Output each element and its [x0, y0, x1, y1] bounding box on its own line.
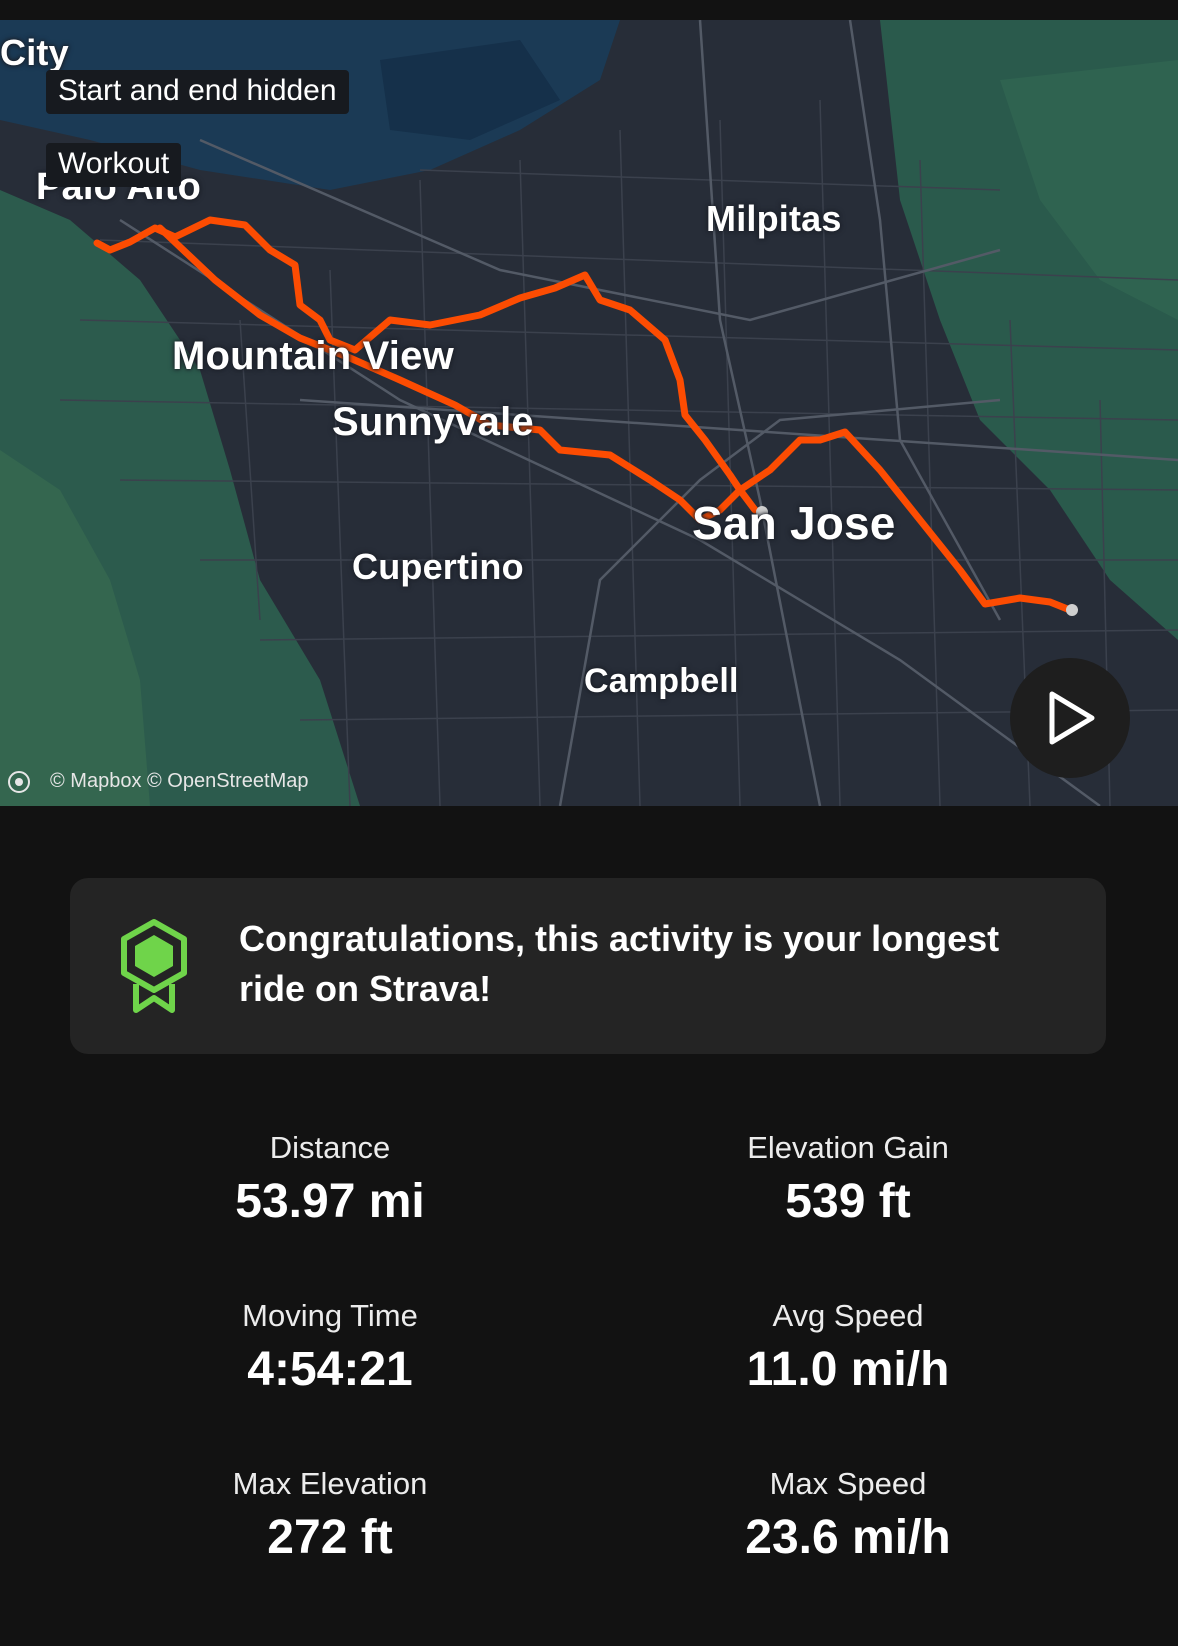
- stat-max-elevation: Max Elevation 272 ft: [130, 1464, 530, 1568]
- stat-distance: Distance 53.97 mi: [130, 1128, 530, 1232]
- stat-value: 53.97 mi: [235, 1175, 425, 1228]
- stat-value: 11.0 mi/h: [746, 1343, 950, 1396]
- play-flyover-button[interactable]: [1010, 658, 1130, 778]
- city-label-mountain-view: Mountain View: [172, 334, 454, 378]
- stat-label: Elevation Gain: [747, 1130, 949, 1165]
- city-label-city: City: [0, 32, 69, 73]
- ribbon-medal-icon: [121, 919, 187, 1013]
- activity-type-badge: Workout: [46, 143, 182, 187]
- status-bar: [0, 0, 1178, 20]
- city-label-sunnyvale: Sunnyvale: [332, 400, 534, 444]
- city-label-san-jose: San Jose: [692, 497, 896, 549]
- stat-label: Avg Speed: [772, 1298, 924, 1333]
- stat-max-speed: Max Speed 23.6 mi/h: [648, 1464, 1048, 1568]
- stat-label: Moving Time: [242, 1298, 418, 1333]
- route-map[interactable]: City Palo Alto Milpitas Mountain View Su…: [0, 20, 1178, 806]
- stat-moving-time: Moving Time 4:54:21: [130, 1296, 530, 1400]
- achievement-text: Congratulations, this activity is your l…: [239, 918, 1000, 1009]
- stat-value: 539 ft: [785, 1175, 911, 1228]
- stat-value: 272 ft: [267, 1511, 393, 1564]
- stat-label: Max Speed: [769, 1466, 927, 1501]
- stat-elevation-gain: Elevation Gain 539 ft: [648, 1128, 1048, 1232]
- stat-value: 4:54:21: [247, 1343, 413, 1396]
- attribution-text[interactable]: © Mapbox © OpenStreetMap: [50, 770, 309, 793]
- play-icon: [1049, 691, 1095, 745]
- mapbox-logo-icon: [8, 770, 30, 793]
- stat-avg-speed: Avg Speed 11.0 mi/h: [648, 1296, 1048, 1400]
- city-label-milpitas: Milpitas: [706, 198, 842, 239]
- achievement-card[interactable]: Congratulations, this activity is your l…: [70, 878, 1106, 1054]
- privacy-badge: Start and end hidden: [46, 70, 349, 114]
- city-label-campbell: Campbell: [584, 662, 739, 700]
- stat-label: Distance: [269, 1130, 391, 1165]
- city-label-cupertino: Cupertino: [352, 546, 524, 587]
- stat-label: Max Elevation: [232, 1466, 428, 1501]
- stat-value: 23.6 mi/h: [745, 1511, 951, 1564]
- map-attribution[interactable]: © Mapbox © OpenStreetMap: [8, 770, 309, 793]
